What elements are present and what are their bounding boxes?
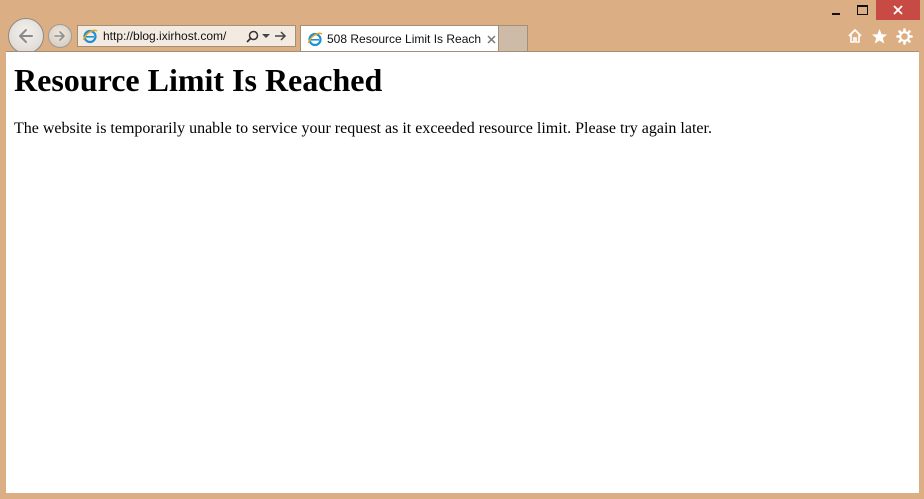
address-dropdown-button[interactable] [259, 28, 273, 44]
go-arrow-icon [274, 31, 286, 41]
search-icon [245, 30, 258, 43]
page-title: Resource Limit Is Reached [14, 62, 383, 98]
settings-button[interactable] [895, 27, 913, 45]
close-icon [486, 34, 496, 44]
ie-favicon-icon [82, 29, 98, 44]
error-message: The website is temporarily unable to ser… [14, 120, 712, 137]
minimize-icon [831, 12, 840, 15]
tab-active[interactable]: 508 Resource Limit Is Reach... [300, 25, 499, 52]
new-tab-button[interactable] [499, 25, 528, 51]
search-button[interactable] [245, 28, 259, 44]
close-icon [893, 5, 903, 15]
favorites-button[interactable] [870, 27, 888, 45]
go-button[interactable] [273, 28, 287, 44]
close-button[interactable] [876, 0, 920, 20]
dropdown-arrow-icon [262, 34, 270, 38]
address-url[interactable]: http://blog.ixirhost.com/ [103, 29, 241, 43]
tab-title: 508 Resource Limit Is Reach... [327, 32, 482, 46]
back-button[interactable] [8, 18, 44, 54]
favorites-star-icon [871, 28, 887, 43]
maximize-button[interactable] [849, 0, 876, 20]
gear-icon [895, 27, 913, 45]
home-icon [848, 28, 862, 43]
forward-arrow-icon [54, 31, 65, 41]
minimize-button[interactable] [822, 0, 849, 20]
address-tools [245, 28, 287, 44]
address-bar[interactable]: http://blog.ixirhost.com/ [77, 25, 296, 47]
ie-favicon-icon [307, 32, 323, 47]
browser-window: http://blog.ixirhost.com/ 508 Resource L… [0, 0, 924, 499]
page-content: Resource Limit Is Reached The website is… [6, 51, 919, 493]
forward-button[interactable] [48, 24, 72, 48]
tab-close-button[interactable] [485, 33, 497, 45]
home-button[interactable] [846, 27, 864, 45]
back-arrow-icon [19, 29, 33, 43]
maximize-icon [857, 5, 868, 15]
